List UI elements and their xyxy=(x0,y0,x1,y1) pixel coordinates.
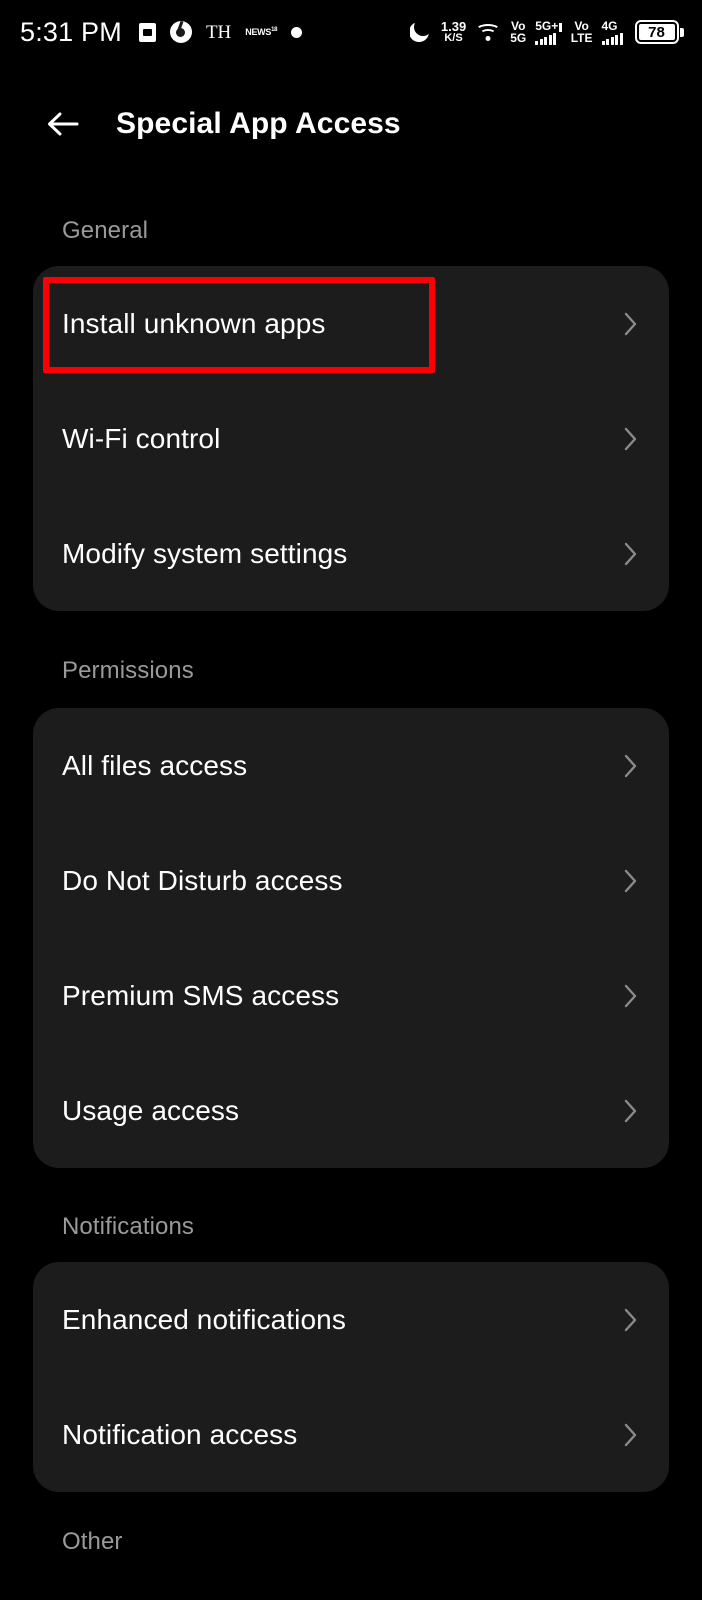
list-item-usage-access[interactable]: Usage access xyxy=(33,1053,669,1168)
status-bar-notification-icons: TH NEWS18 xyxy=(138,21,303,43)
list-item-label: Install unknown apps xyxy=(62,307,326,339)
calculator-icon xyxy=(138,22,156,42)
list-item-label: Enhanced notifications xyxy=(62,1303,346,1335)
list-item-label: Wi-Fi control xyxy=(62,422,221,454)
app-bar: Special App Access xyxy=(0,86,702,162)
moon-icon xyxy=(409,21,432,43)
list-item-label: Usage access xyxy=(62,1094,240,1126)
sim2-volte-bottom: LTE xyxy=(570,31,593,45)
chevron-right-icon xyxy=(623,752,639,780)
list-item-label: Modify system settings xyxy=(62,537,348,569)
th-app-icon: TH xyxy=(205,21,232,43)
generic-notification-dot-icon xyxy=(291,26,303,38)
sim1-network-type: 5G+ xyxy=(535,20,562,32)
sim1-network-tick xyxy=(559,22,562,32)
list-item-install-unknown-apps[interactable]: Install unknown apps xyxy=(33,266,669,381)
sim2-network-type: 4G xyxy=(602,20,618,32)
sim1-volte-bottom: 5G xyxy=(510,31,527,45)
sim1-volte-label: Vo 5G xyxy=(510,20,527,45)
sim1-signal-indicator: 5G+ xyxy=(535,20,562,45)
sim2-signal-indicator: 4G xyxy=(601,20,623,45)
list-item-label: Premium SMS access xyxy=(62,979,340,1011)
status-bar: 5:31 PM TH NEWS18 1.39 K/S Vo 5G 5G+ Vo … xyxy=(0,0,702,64)
sim2-network-label: 4G xyxy=(601,18,618,33)
chevron-right-icon xyxy=(623,425,639,453)
section-card-permissions: All files access Do Not Disturb access P… xyxy=(33,708,669,1168)
page-title: Special App Access xyxy=(116,107,401,140)
list-item-all-files-access[interactable]: All files access xyxy=(33,708,669,823)
status-bar-right: 1.39 K/S Vo 5G 5G+ Vo LTE 4G 78 xyxy=(409,20,684,45)
sim2-signal-bars xyxy=(601,32,623,45)
chrome-icon xyxy=(169,21,192,43)
sim2-volte-label: Vo LTE xyxy=(570,20,593,45)
battery-nub xyxy=(680,27,684,37)
news-app-icon: NEWS18 xyxy=(245,27,278,37)
list-item-label: Do Not Disturb access xyxy=(62,864,343,896)
battery-body: 78 xyxy=(634,20,679,44)
section-header-notifications: Notifications xyxy=(62,1213,195,1240)
settings-list[interactable]: General Install unknown apps Wi-Fi contr… xyxy=(0,162,702,1600)
network-speed-value: 1.39 xyxy=(440,18,467,34)
sim1-network-label: 5G+ xyxy=(535,18,559,33)
battery-icon: 78 xyxy=(634,20,684,44)
chevron-right-icon xyxy=(623,1421,639,1449)
status-bar-clock: 5:31 PM xyxy=(20,16,122,47)
list-item-label: All files access xyxy=(62,749,248,781)
list-item-wifi-control[interactable]: Wi-Fi control xyxy=(33,381,669,496)
wifi-icon xyxy=(475,21,501,43)
list-item-do-not-disturb-access[interactable]: Do Not Disturb access xyxy=(33,823,669,938)
section-card-general: Install unknown apps Wi-Fi control Modif… xyxy=(33,266,669,611)
chevron-right-icon xyxy=(623,1306,639,1334)
chevron-right-icon xyxy=(623,1097,639,1125)
list-item-enhanced-notifications[interactable]: Enhanced notifications xyxy=(33,1262,669,1377)
section-header-other: Other xyxy=(62,1528,123,1555)
list-item-label: Notification access xyxy=(62,1418,298,1450)
section-header-permissions: Permissions xyxy=(62,657,194,684)
chevron-right-icon xyxy=(623,867,639,895)
chevron-right-icon xyxy=(623,310,639,338)
chevron-right-icon xyxy=(623,540,639,568)
section-card-notifications: Enhanced notifications Notification acce… xyxy=(33,1262,669,1492)
list-item-modify-system-settings[interactable]: Modify system settings xyxy=(33,496,669,611)
chevron-right-icon xyxy=(623,982,639,1010)
network-speed-unit: K/S xyxy=(444,32,463,45)
section-header-general: General xyxy=(62,217,149,244)
status-bar-left: 5:31 PM TH NEWS18 xyxy=(20,16,303,47)
network-speed-indicator: 1.39 K/S xyxy=(441,20,466,44)
list-item-notification-access[interactable]: Notification access xyxy=(33,1377,669,1492)
back-arrow-icon[interactable] xyxy=(40,101,86,147)
sim1-signal-bars xyxy=(535,32,557,45)
battery-percent-label: 78 xyxy=(638,24,675,40)
list-item-premium-sms-access[interactable]: Premium SMS access xyxy=(33,938,669,1053)
